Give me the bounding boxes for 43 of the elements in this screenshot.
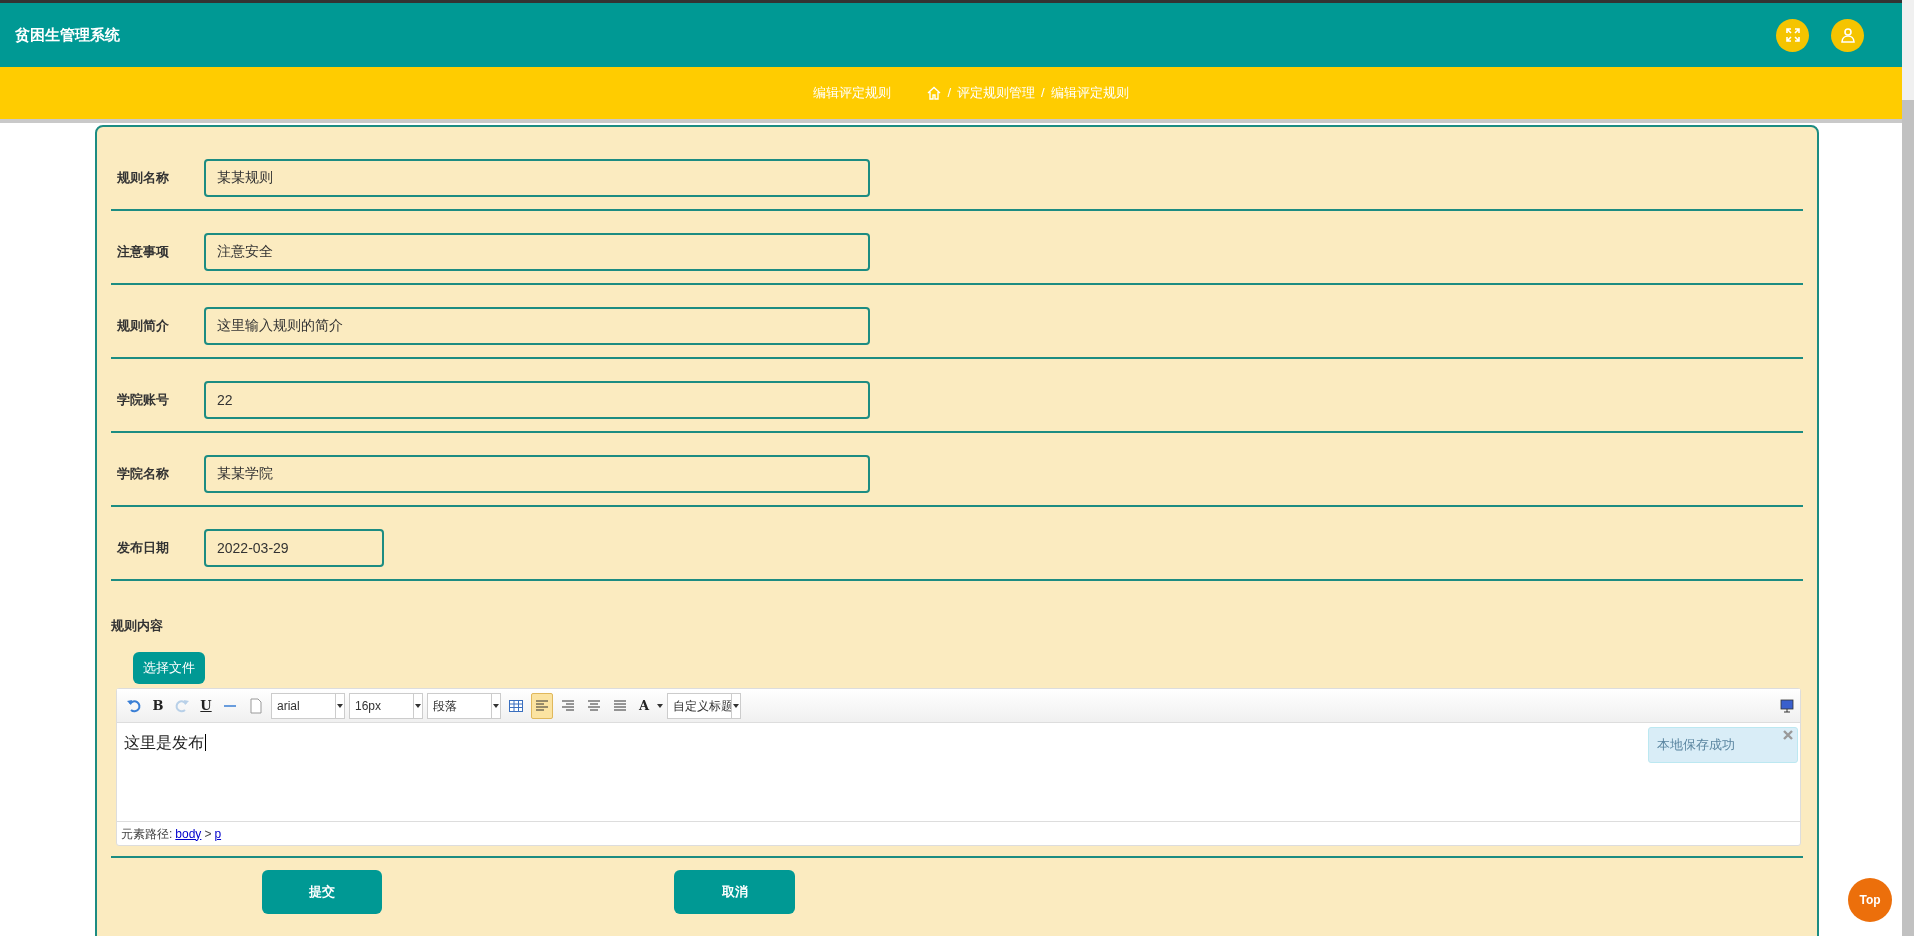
- field-label: 规则内容: [111, 618, 163, 633]
- input-field[interactable]: 注意安全: [204, 233, 870, 271]
- field-label: 发布日期: [116, 539, 170, 558]
- breadcrumb-separator: /: [1041, 84, 1045, 103]
- path-separator: >: [204, 825, 212, 843]
- input-field[interactable]: 某某学院: [204, 455, 870, 493]
- dropdown-select[interactable]: 段落: [427, 692, 501, 719]
- choose-file-button[interactable]: 选择文件: [133, 652, 205, 684]
- caret-icon[interactable]: [415, 703, 421, 708]
- caret-icon: [657, 703, 663, 708]
- app-title: 贫困生管理系统: [15, 24, 120, 45]
- caret-icon[interactable]: [337, 703, 343, 708]
- user-icon[interactable]: [1831, 18, 1864, 52]
- editor-text[interactable]: 这里是发布: [124, 734, 206, 751]
- dropdown-select[interactable]: 16px: [349, 692, 423, 719]
- dropdown-select[interactable]: arial: [271, 692, 345, 719]
- input-field[interactable]: 这里输入规则的简介: [204, 307, 870, 345]
- caret-icon[interactable]: [733, 703, 739, 708]
- date-field[interactable]: 2022-03-29: [204, 529, 384, 567]
- path-label: 元素路径:: [121, 825, 173, 843]
- page-title: 编辑评定规则: [813, 84, 892, 103]
- monitor-icon[interactable]: [1780, 698, 1794, 713]
- cancel-button[interactable]: 取消: [674, 870, 795, 914]
- input-field[interactable]: 22: [204, 381, 870, 419]
- scrollbar[interactable]: [1902, 0, 1914, 936]
- close-icon[interactable]: [1783, 730, 1793, 740]
- field-label: 学院名称: [116, 465, 170, 484]
- input-field[interactable]: 某某规则: [204, 159, 870, 197]
- field-label: 规则简介: [116, 317, 170, 336]
- font-color-button[interactable]: A: [635, 694, 653, 717]
- path-link[interactable]: p: [214, 824, 222, 843]
- toast-message: 本地保存成功: [1657, 736, 1735, 755]
- bold-button[interactable]: B: [149, 694, 167, 717]
- field-label: 注意事项: [116, 243, 170, 262]
- breadcrumb-separator: /: [947, 84, 951, 103]
- field-label: 学院账号: [116, 391, 170, 410]
- submit-button[interactable]: 提交: [262, 870, 382, 914]
- field-label: 规则名称: [116, 169, 170, 188]
- fullscreen-icon[interactable]: [1776, 18, 1809, 52]
- path-link[interactable]: body: [175, 824, 202, 843]
- underline-button[interactable]: U: [197, 694, 215, 717]
- caret-icon[interactable]: [493, 703, 499, 708]
- align-left-icon[interactable]: [531, 692, 553, 719]
